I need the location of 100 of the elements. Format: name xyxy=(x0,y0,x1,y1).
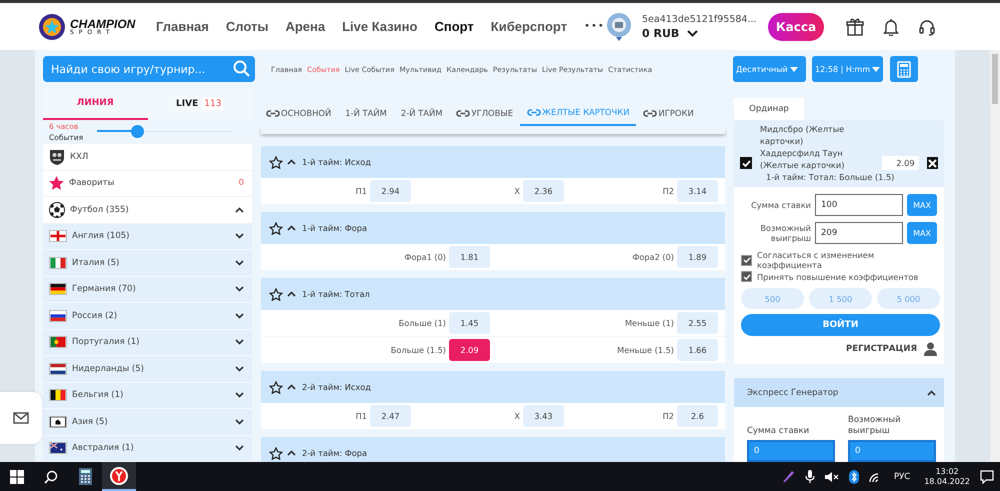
taskbar-app[interactable] xyxy=(102,462,136,491)
odds-button[interactable]: 1.66 xyxy=(677,339,718,361)
flag-icon xyxy=(49,336,67,348)
market-title: 1-й тайм: Фора xyxy=(302,223,368,233)
checkbox[interactable] xyxy=(741,254,752,266)
country-item[interactable]: Азия (5) xyxy=(43,409,252,436)
nav-link[interactable]: Киберспорт xyxy=(490,19,568,34)
market-header[interactable]: 2-й тайм: Исход xyxy=(261,371,725,403)
country-item[interactable]: Англия (105) xyxy=(43,224,252,250)
country-item[interactable]: Бельгия (1) xyxy=(43,382,252,409)
sidebar-tab[interactable]: LIVE 113 xyxy=(148,88,252,120)
favorite-button[interactable] xyxy=(269,288,283,300)
flag-icon xyxy=(49,283,67,296)
odds-button[interactable]: 1.45 xyxy=(449,312,490,334)
input-field[interactable]: 209 xyxy=(815,222,903,244)
check-icon xyxy=(742,160,750,166)
sidebar-item[interactable]: Фавориты 0 xyxy=(43,170,252,197)
favorite-button[interactable] xyxy=(269,380,283,394)
headset-icon xyxy=(918,18,936,36)
nav-link[interactable]: Слоты xyxy=(226,19,268,34)
odds-button[interactable]: 2.47 xyxy=(370,405,411,427)
outcome-label: Меньше (1.5) xyxy=(617,345,674,355)
star-icon xyxy=(269,288,283,300)
star-icon xyxy=(269,380,283,394)
input-field[interactable]: 100 xyxy=(815,194,903,216)
outcome-label: X xyxy=(514,186,520,196)
market-tab[interactable]: ОСНОВНОЙ xyxy=(261,100,338,126)
scrollbar[interactable] xyxy=(990,50,1000,462)
market-header[interactable]: 1-й тайм: Фора xyxy=(261,212,725,244)
search-field[interactable]: Найди свою игру/турнир... xyxy=(43,56,255,82)
favorite-button[interactable] xyxy=(269,446,283,460)
country-item[interactable]: Италия (5) xyxy=(43,250,252,276)
sidebar-tab[interactable]: ЛИНИЯ xyxy=(43,88,148,120)
betslip-tab[interactable]: Ординар xyxy=(734,98,804,120)
odds-button[interactable]: 2.36 xyxy=(523,180,564,202)
flag-icon xyxy=(49,310,67,322)
item-label: КХЛ xyxy=(70,152,90,162)
search-icon xyxy=(44,470,58,484)
flag-icon xyxy=(49,256,67,269)
odds-button[interactable]: 2.6 xyxy=(677,405,718,427)
nav-link[interactable]: Главная xyxy=(156,19,209,34)
checkbox[interactable] xyxy=(740,157,752,169)
slider-thumb[interactable] xyxy=(131,125,144,138)
language-indicator[interactable]: РУС xyxy=(894,472,910,482)
star-icon xyxy=(269,446,283,460)
country-item[interactable]: Россия (2) xyxy=(43,303,252,330)
outcome-label: П2 xyxy=(662,186,674,196)
favorite-button[interactable] xyxy=(269,156,283,168)
chevron-up-icon xyxy=(287,384,296,390)
country-item[interactable]: Австралия (1) xyxy=(43,436,252,462)
outcome-label: П1 xyxy=(356,411,367,421)
odds-button[interactable]: 2.09 xyxy=(449,339,490,361)
country-item[interactable]: Германия (70) xyxy=(43,276,252,303)
remove-button[interactable] xyxy=(926,157,938,169)
mail-icon xyxy=(13,412,29,424)
market-header[interactable]: 2-й тайм: Фора xyxy=(261,437,725,462)
favorite-button[interactable] xyxy=(269,222,283,234)
odds-button[interactable]: 1.89 xyxy=(677,246,718,268)
nav-link[interactable]: Арена xyxy=(285,19,326,34)
odds-button[interactable]: 2.94 xyxy=(370,180,411,202)
notification-icon xyxy=(980,470,994,484)
odds-button[interactable]: 3.43 xyxy=(523,405,564,427)
sidebar-item[interactable]: Футбол (355) xyxy=(43,197,252,224)
field-label: Возможный выигрыш xyxy=(759,223,811,243)
market-title: 1-й тайм: Исход xyxy=(302,157,371,167)
market-tab[interactable]: УГЛОВЫЕ xyxy=(449,100,520,126)
balance-dropdown[interactable]: 0 RUB xyxy=(642,26,757,40)
country-item[interactable]: Нидерланды (5) xyxy=(43,356,252,382)
logo-title: CHAMPION xyxy=(70,18,136,30)
cashier-button[interactable]: Касса xyxy=(768,12,824,40)
express-header[interactable]: Экспресс Генератор xyxy=(734,378,944,407)
calculator-button[interactable] xyxy=(890,56,918,82)
market-header[interactable]: 1-й тайм: Исход xyxy=(261,146,725,178)
clock[interactable]: 13:02 18.04.2022 xyxy=(924,466,970,486)
register-button[interactable]: РЕГИСТРАЦИЯ xyxy=(846,342,937,356)
item-label: Азия (5) xyxy=(72,416,109,427)
odds-button[interactable]: 2.55 xyxy=(677,312,718,334)
nav-link[interactable]: Спорт xyxy=(434,19,474,34)
item-label: Австралия (1) xyxy=(72,443,135,454)
checkbox[interactable] xyxy=(741,271,752,282)
outcome-label: Фора2 (0) xyxy=(632,252,674,262)
sidebar-item[interactable]: КХЛ xyxy=(43,144,252,170)
bell-button[interactable] xyxy=(882,18,900,36)
item-label: Германия (70) xyxy=(72,284,137,294)
item-label: Португалия (1) xyxy=(72,337,140,348)
country-item[interactable]: Португалия (1) xyxy=(43,330,252,356)
market-tab[interactable]: 2-Й ТАЙМ xyxy=(394,100,450,126)
mail-button[interactable] xyxy=(0,392,42,444)
odds-button[interactable]: 1.81 xyxy=(449,246,490,268)
nav-link[interactable]: Live Казино xyxy=(342,19,418,34)
headset-button[interactable] xyxy=(918,18,936,36)
market-header[interactable]: 1-й тайм: Тотал xyxy=(261,278,725,310)
check-icon xyxy=(742,274,750,280)
gift-button[interactable] xyxy=(846,18,864,36)
market-tab[interactable]: 1-Й ТАЙМ xyxy=(338,100,394,126)
odds-value: 2.09 xyxy=(882,156,919,170)
person-icon xyxy=(924,342,937,356)
market-tab[interactable]: ИГРОКИ xyxy=(636,100,701,126)
odds-button[interactable]: 3.14 xyxy=(677,180,718,202)
more-button[interactable]: ••• xyxy=(584,21,605,32)
